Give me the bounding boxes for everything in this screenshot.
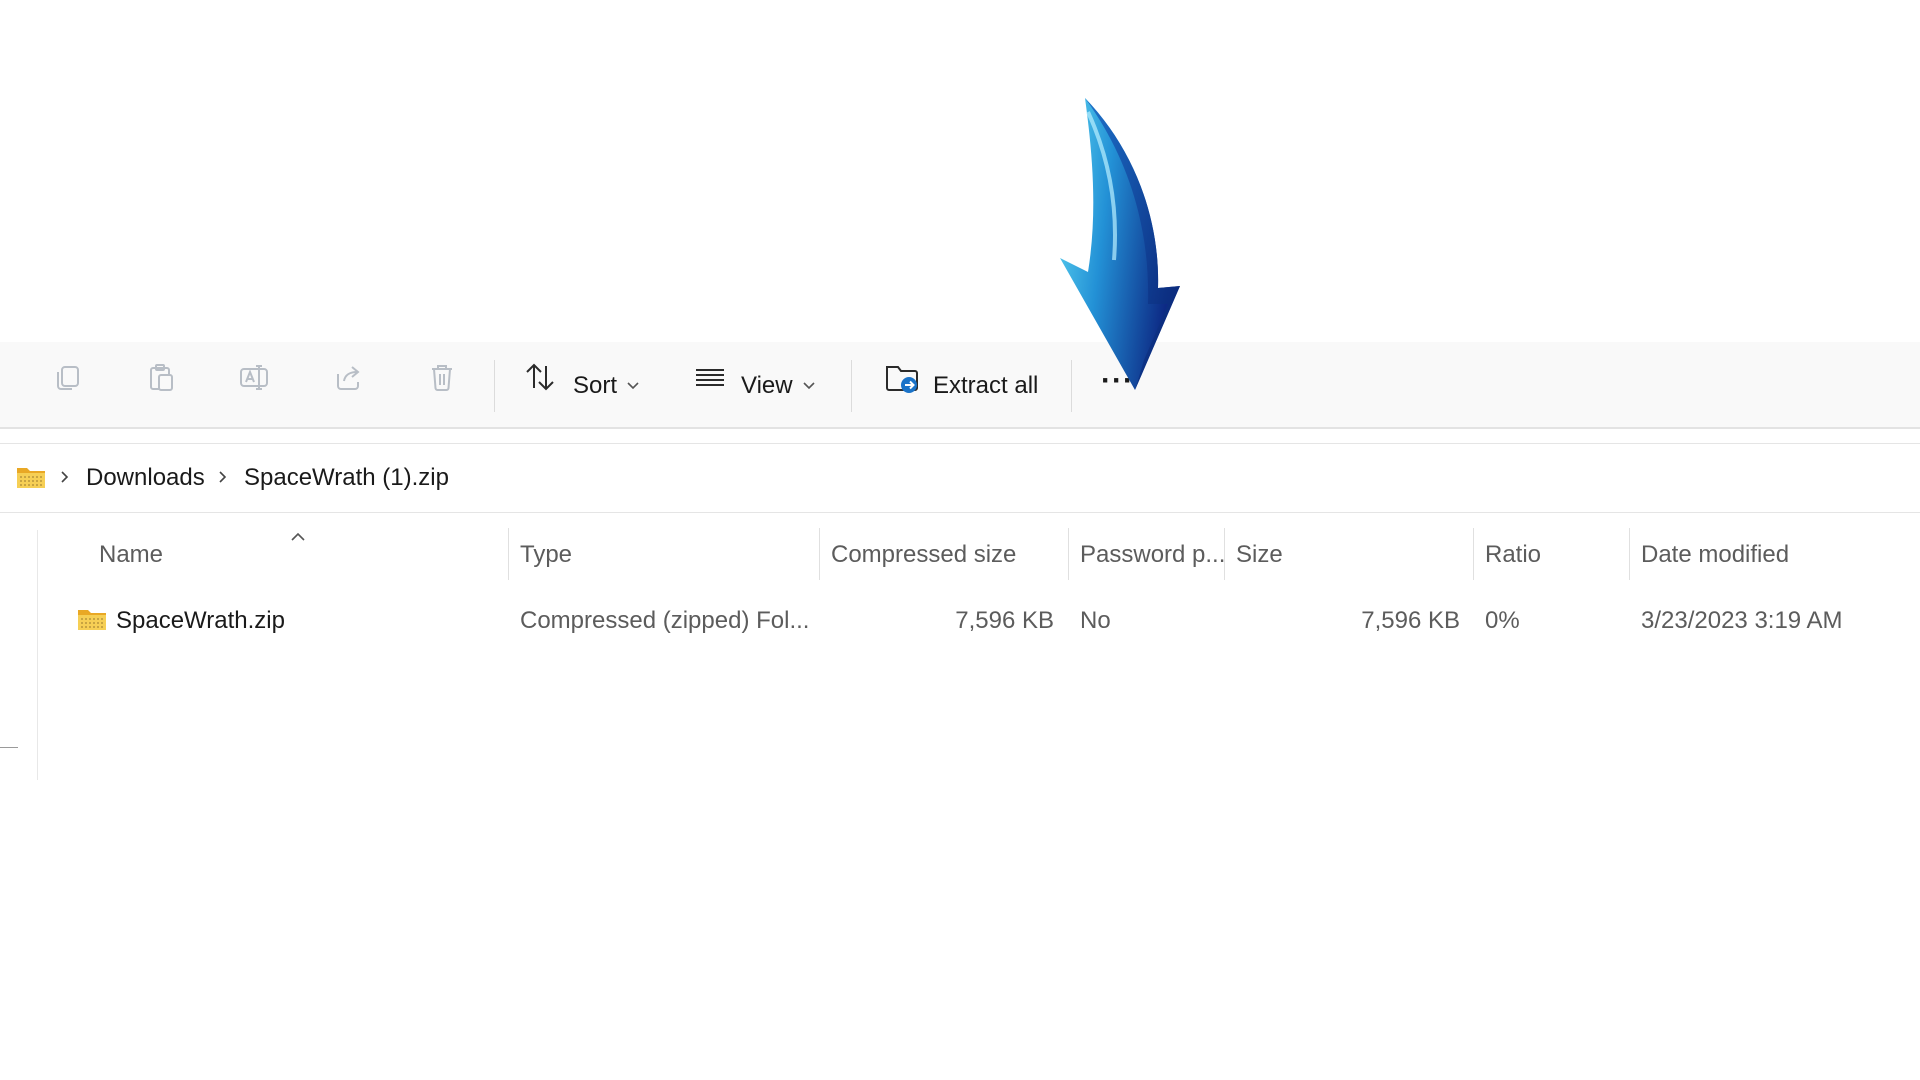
column-header-name[interactable]: Name [99, 541, 163, 569]
breadcrumb: Downloads SpaceWrath (1).zip [0, 443, 1920, 513]
toolbar-separator [494, 360, 495, 412]
sort-icon[interactable] [524, 361, 556, 393]
file-password-protected: No [1080, 607, 1111, 634]
view-icon[interactable] [694, 361, 726, 393]
zip-folder-icon [77, 606, 107, 632]
nav-pane-marker [0, 747, 18, 748]
chevron-down-icon[interactable] [626, 379, 640, 393]
column-divider[interactable] [508, 528, 509, 580]
column-header-size[interactable]: Size [1236, 541, 1283, 569]
file-size: 7,596 KB [1361, 607, 1460, 634]
column-divider[interactable] [1068, 528, 1069, 580]
column-divider[interactable] [1473, 528, 1474, 580]
zip-folder-icon[interactable] [16, 464, 46, 490]
file-type: Compressed (zipped) Fol... [520, 607, 810, 634]
breadcrumb-item-archive[interactable]: SpaceWrath (1).zip [244, 464, 449, 492]
column-header-compressed-size[interactable]: Compressed size [831, 541, 1016, 569]
extract-all-button[interactable]: Extract all [933, 372, 1038, 400]
pointer-arrow-graphic [1040, 90, 1200, 400]
file-date-modified: 3/23/2023 3:19 AM [1641, 607, 1843, 634]
extract-folder-icon[interactable] [884, 359, 920, 395]
chevron-right-icon [216, 469, 230, 485]
column-divider[interactable] [1629, 528, 1630, 580]
command-bar: Sort View Extract all ··· [0, 342, 1920, 429]
paste-icon[interactable] [145, 361, 177, 393]
sort-ascending-icon [290, 530, 306, 542]
file-compressed-size: 7,596 KB [955, 607, 1054, 634]
chevron-right-icon [58, 469, 72, 485]
toolbar-separator [851, 360, 852, 412]
sort-button[interactable]: Sort [573, 372, 617, 400]
share-icon[interactable] [332, 361, 364, 393]
column-header-type[interactable]: Type [520, 541, 572, 569]
nav-pane-divider[interactable] [37, 530, 38, 780]
view-button[interactable]: View [741, 372, 793, 400]
column-divider[interactable] [819, 528, 820, 580]
column-header-password[interactable]: Password p... [1080, 541, 1225, 569]
trash-icon[interactable] [426, 361, 458, 393]
column-header-ratio[interactable]: Ratio [1485, 541, 1541, 569]
column-header-date-modified[interactable]: Date modified [1641, 541, 1789, 569]
chevron-down-icon[interactable] [802, 379, 816, 393]
file-ratio: 0% [1485, 607, 1520, 634]
breadcrumb-item-downloads[interactable]: Downloads [86, 464, 205, 492]
file-name[interactable]: SpaceWrath.zip [116, 607, 285, 635]
rename-icon[interactable] [238, 361, 270, 393]
copy-icon[interactable] [52, 361, 84, 393]
column-divider[interactable] [1224, 528, 1225, 580]
